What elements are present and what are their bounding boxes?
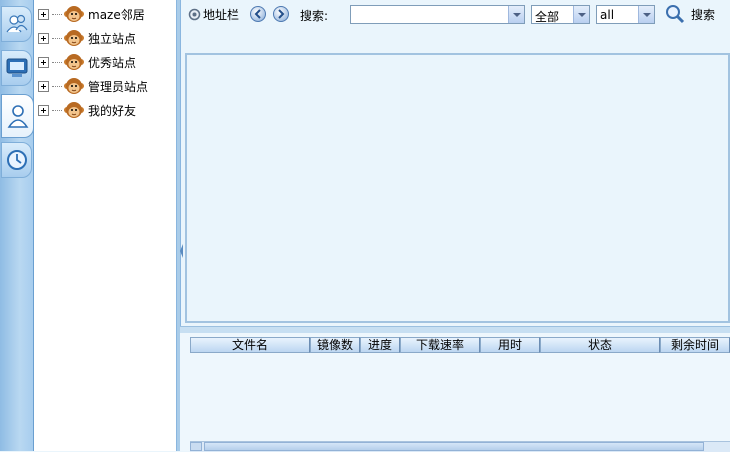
address-bar-label: 地址栏 bbox=[203, 8, 240, 22]
address-bar-toggle[interactable]: 地址栏 bbox=[188, 6, 239, 23]
clock-icon bbox=[6, 150, 27, 170]
monkey-icon bbox=[64, 78, 84, 94]
forward-arrow-icon bbox=[278, 9, 285, 19]
column-header-remaining[interactable]: 剩余时间 bbox=[660, 337, 730, 353]
column-header-mirrors[interactable]: 镜像数 bbox=[310, 337, 360, 353]
tree-node[interactable]: 我的好友 bbox=[38, 99, 136, 121]
column-header-filename[interactable]: 文件名 bbox=[190, 337, 310, 353]
search-button[interactable]: 搜索 bbox=[665, 4, 715, 24]
expand-icon[interactable] bbox=[38, 56, 49, 68]
tree-node-label: maze邻居 bbox=[88, 7, 145, 22]
tree-node[interactable]: 独立站点 bbox=[38, 27, 136, 49]
monkey-icon bbox=[64, 102, 84, 118]
left-tab-bar bbox=[0, 0, 34, 451]
type-select[interactable]: all bbox=[596, 5, 655, 24]
scope-select[interactable]: 全部 bbox=[531, 5, 590, 24]
toolbar: 地址栏 搜索: 全部 all 搜索 bbox=[184, 0, 730, 30]
magnifier-icon bbox=[666, 5, 685, 24]
download-list-header: 文件名 镜像数 进度 下载速率 用时 状态 剩余时间 bbox=[190, 337, 730, 353]
column-header-status[interactable]: 状态 bbox=[540, 337, 660, 353]
tree-node-label: 管理员站点 bbox=[88, 79, 149, 94]
forward-button[interactable] bbox=[273, 6, 289, 22]
friends-icon bbox=[6, 14, 27, 33]
monkey-icon bbox=[64, 6, 84, 22]
search-label: 搜索: bbox=[300, 9, 329, 23]
tree-node-label: 优秀站点 bbox=[88, 55, 137, 70]
scrollbar-thumb[interactable] bbox=[204, 442, 704, 451]
tree-node-label: 独立站点 bbox=[88, 31, 137, 46]
tree-node-label: 我的好友 bbox=[88, 103, 137, 118]
column-header-elapsed[interactable]: 用时 bbox=[480, 337, 540, 353]
monkey-icon bbox=[64, 54, 84, 70]
computer-icon bbox=[6, 58, 27, 77]
column-header-progress[interactable]: 进度 bbox=[360, 337, 400, 353]
type-dropdown-button[interactable] bbox=[638, 6, 654, 23]
tree-node[interactable]: maze邻居 bbox=[38, 3, 145, 25]
scope-dropdown-button[interactable] bbox=[573, 6, 589, 23]
search-input[interactable] bbox=[350, 5, 525, 24]
download-list: 文件名 镜像数 进度 下载速率 用时 状态 剩余时间 bbox=[180, 333, 730, 452]
gear-icon bbox=[188, 8, 201, 21]
tab-friends[interactable] bbox=[1, 6, 32, 42]
tab-user[interactable] bbox=[1, 94, 34, 138]
contacts-tree: maze邻居 独立站点 优秀站点 管理员站点 我的好友 bbox=[34, 0, 176, 451]
scope-select-value: 全部 bbox=[535, 10, 560, 24]
back-button[interactable] bbox=[250, 6, 266, 22]
horizontal-scrollbar[interactable] bbox=[190, 441, 730, 452]
content-view[interactable] bbox=[185, 53, 730, 323]
tab-computer[interactable] bbox=[1, 50, 32, 86]
monkey-icon bbox=[64, 30, 84, 46]
back-arrow-icon bbox=[254, 9, 261, 19]
tree-node[interactable]: 优秀站点 bbox=[38, 51, 136, 73]
search-button-label: 搜索 bbox=[691, 7, 716, 22]
type-select-value: all bbox=[600, 8, 615, 22]
expand-icon[interactable] bbox=[38, 32, 49, 44]
search-dropdown-button[interactable] bbox=[508, 6, 524, 23]
expand-icon[interactable] bbox=[38, 104, 49, 116]
scroll-left-button[interactable] bbox=[190, 442, 202, 451]
column-header-speed[interactable]: 下载速率 bbox=[400, 337, 480, 353]
tab-clock[interactable] bbox=[1, 142, 32, 178]
expand-icon[interactable] bbox=[38, 80, 49, 92]
collapse-left-icon[interactable] bbox=[179, 236, 184, 266]
tree-node[interactable]: 管理员站点 bbox=[38, 75, 148, 97]
user-icon bbox=[7, 105, 28, 128]
expand-icon[interactable] bbox=[38, 8, 49, 20]
